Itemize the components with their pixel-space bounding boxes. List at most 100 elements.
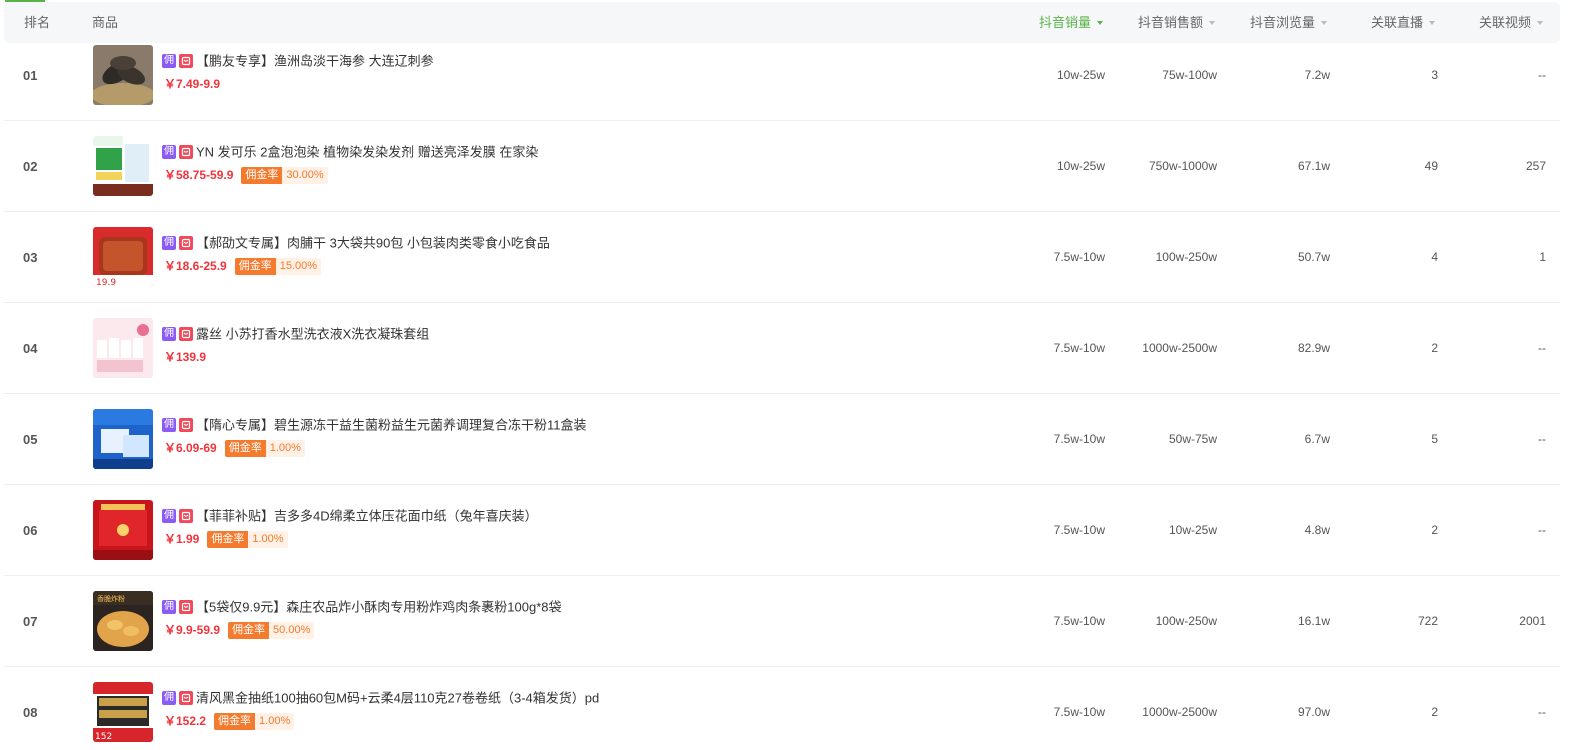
product-title-line[interactable]: 佣 YN 发可乐 2盒泡泡染 植物染发染发剂 赠送亮泽发膜 在家染 [162,143,538,161]
video-count[interactable]: -- [1538,30,1546,121]
table-row[interactable]: 08 152 佣 清风黑金抽纸100抽60包M码+云柔4层110克27卷卷纸（3-… [4,667,1560,750]
product-thumbnail[interactable] [93,318,153,378]
product-title-line[interactable]: 佣 【隋心专属】碧生源冻干益生菌粉益生元菌养调理复合冻干粉11盒装 [162,416,587,434]
commission-rate-value: 1.00% [248,530,288,548]
product-thumbnail[interactable] [93,500,153,560]
product-thumbnail[interactable] [93,409,153,469]
rank-number: 07 [23,614,38,629]
revenue-value: 750w-1000w [1148,159,1217,173]
header-live-label: 关联直播 [1371,15,1424,30]
revenue-value: 75w-100w [1162,68,1217,82]
revenue-value: 10w-25w [1168,523,1217,537]
table-row[interactable]: 03 19.9 佣【郝劭文专属】肉脯干 3大袋共90包 小包装肉类零食小吃食品 … [4,212,1560,303]
views-value: 82.9w [1297,341,1330,355]
commission-rate-label: 佣金率 [234,257,276,275]
header-video-label: 关联视频 [1479,15,1532,30]
sales-value: 10w-25w [1056,159,1105,173]
product-title-line[interactable]: 佣 【鹏友专享】渔洲岛淡干海参 大连辽刺参 [162,52,434,70]
product-thumbnail[interactable] [93,45,153,105]
commission-rate-badge: 佣金率 30.00% [241,166,328,184]
product-title[interactable]: 露丝 小苏打香水型洗衣液X洗衣凝珠套组 [196,327,429,342]
live-count[interactable]: 2 [1431,303,1438,394]
revenue-value: 100w-250w [1155,614,1217,628]
sort-caret-icon [1537,20,1544,25]
product-price: ￥7.49-9.9 [164,77,221,91]
price-line: ￥9.9-59.9 佣金率 50.00% [164,621,315,639]
header-revenue-label: 抖音销售额 [1138,15,1204,30]
live-count[interactable]: 49 [1425,121,1438,212]
price-line: ￥18.6-25.9 佣金率 15.00% [164,257,322,275]
video-count[interactable]: 1 [1539,212,1546,303]
commission-rate-badge: 佣金率 1.00% [214,712,295,730]
sort-caret-icon [1209,20,1216,25]
video-count[interactable]: 257 [1526,121,1546,212]
price-line: ￥152.2 佣金率 1.00% [164,712,295,730]
shop-bag-icon [179,53,193,68]
commission-tag: 佣 [162,53,176,68]
commission-rate-label: 佣金率 [241,166,283,184]
product-thumbnail[interactable] [93,136,153,196]
commission-tag: 佣 [162,417,176,432]
shop-bag-icon [179,144,193,159]
product-title[interactable]: 【鹏友专享】渔洲岛淡干海参 大连辽刺参 [196,54,434,69]
shop-bag-icon [179,690,193,705]
video-count[interactable]: -- [1538,303,1546,394]
commission-rate-value: 15.00% [275,257,322,275]
views-value: 7.2w [1304,68,1330,82]
commission-tag: 佣 [162,235,176,250]
product-thumbnail[interactable]: 19.9 [93,227,153,287]
commission-rate-label: 佣金率 [224,439,266,457]
sort-caret-icon [1429,20,1436,25]
video-count[interactable]: -- [1538,394,1546,485]
live-count[interactable]: 2 [1431,667,1438,750]
shop-bag-icon [179,235,193,250]
product-title[interactable]: 【菲菲补贴】吉多多4D绵柔立体压花面巾纸（兔年喜庆装） [196,509,538,524]
product-thumbnail[interactable]: 152 [93,682,153,742]
price-line: ￥1.99 佣金率 1.00% [164,530,288,548]
commission-rate-label: 佣金率 [228,621,270,639]
rank-number: 03 [23,250,38,265]
product-title-line[interactable]: 佣 【菲菲补贴】吉多多4D绵柔立体压花面巾纸（兔年喜庆装） [162,507,538,525]
product-title-line[interactable]: 佣 【5袋仅9.9元】森庄农品炸小酥肉专用粉炸鸡肉条裹粉100g*8袋 [162,598,562,616]
product-title[interactable]: 【郝劭文专属】肉脯干 3大袋共90包 小包装肉类零食小吃食品 [196,236,550,251]
live-count[interactable]: 2 [1431,485,1438,576]
product-title[interactable]: YN 发可乐 2盒泡泡染 植物染发染发剂 赠送亮泽发膜 在家染 [196,145,538,160]
product-price: ￥152.2 [164,714,207,728]
commission-rate-badge: 佣金率 50.00% [228,621,315,639]
commission-rate-value: 1.00% [265,439,305,457]
product-price: ￥6.09-69 [164,441,217,455]
table-row[interactable]: 07 香脆炸粉 佣 【5袋仅9.9元】森庄农品炸小酥肉专用粉炸鸡肉条裹粉100g*… [4,576,1560,667]
commission-rate-label: 佣金率 [214,712,256,730]
live-count[interactable]: 4 [1431,212,1438,303]
table-row[interactable]: 04 佣露丝 小苏打香水型洗衣液X洗衣凝珠套组 ￥139.9 7.5w-10w … [4,303,1560,394]
rank-number: 06 [23,523,38,538]
video-count[interactable]: -- [1538,667,1546,750]
live-count[interactable]: 722 [1418,576,1438,667]
video-count[interactable]: -- [1538,485,1546,576]
table-row[interactable]: 05 佣 【隋心专属】碧生源冻干益生菌粉益生元菌养调理复合冻干粉11盒装 ￥6.0… [4,394,1560,485]
product-price: ￥58.75-59.9 [164,168,234,182]
product-title-line[interactable]: 佣 露丝 小苏打香水型洗衣液X洗衣凝珠套组 [162,325,429,343]
product-title-line[interactable]: 佣 清风黑金抽纸100抽60包M码+云柔4层110克27卷卷纸（3-4箱发货）pd [162,689,599,707]
header-views-label: 抖音浏览量 [1250,15,1316,30]
table-row[interactable]: 01 佣 【鹏友专享】渔洲岛淡干海参 大连辽刺参 ￥7.49-9.9 10w-25… [4,30,1560,121]
commission-tag: 佣 [162,326,176,341]
table-row[interactable]: 06 佣 【菲菲补贴】吉多多4D绵柔立体压花面巾纸（兔年喜庆装） ￥1.99 佣金率… [4,485,1560,576]
product-thumbnail[interactable]: 香脆炸粉 [93,591,153,651]
sales-value: 7.5w-10w [1053,523,1105,537]
product-title[interactable]: 【5袋仅9.9元】森庄农品炸小酥肉专用粉炸鸡肉条裹粉100g*8袋 [196,600,562,615]
commission-tag: 佣 [162,144,176,159]
revenue-value: 1000w-2500w [1142,341,1217,355]
product-title[interactable]: 【隋心专属】碧生源冻干益生菌粉益生元菌养调理复合冻干粉11盒装 [196,418,587,433]
table-row[interactable]: 02 佣 YN 发可乐 2盒泡泡染 植物染发染发剂 赠送亮泽发膜 在家染 ￥58.… [4,121,1560,212]
video-count[interactable]: 2001 [1519,576,1546,667]
live-count[interactable]: 5 [1431,394,1438,485]
header-sales-label: 抖音销量 [1039,15,1092,30]
product-price: ￥18.6-25.9 [164,259,227,273]
sales-value: 10w-25w [1056,68,1105,82]
shop-bag-icon [179,326,193,341]
product-title-line[interactable]: 佣 【郝劭文专属】肉脯干 3大袋共90包 小包装肉类零食小吃食品 [162,234,550,252]
product-title[interactable]: 清风黑金抽纸100抽60包M码+云柔4层110克27卷卷纸（3-4箱发货）pd [196,691,599,706]
sort-caret-icon [1097,20,1104,25]
live-count[interactable]: 3 [1431,30,1438,121]
